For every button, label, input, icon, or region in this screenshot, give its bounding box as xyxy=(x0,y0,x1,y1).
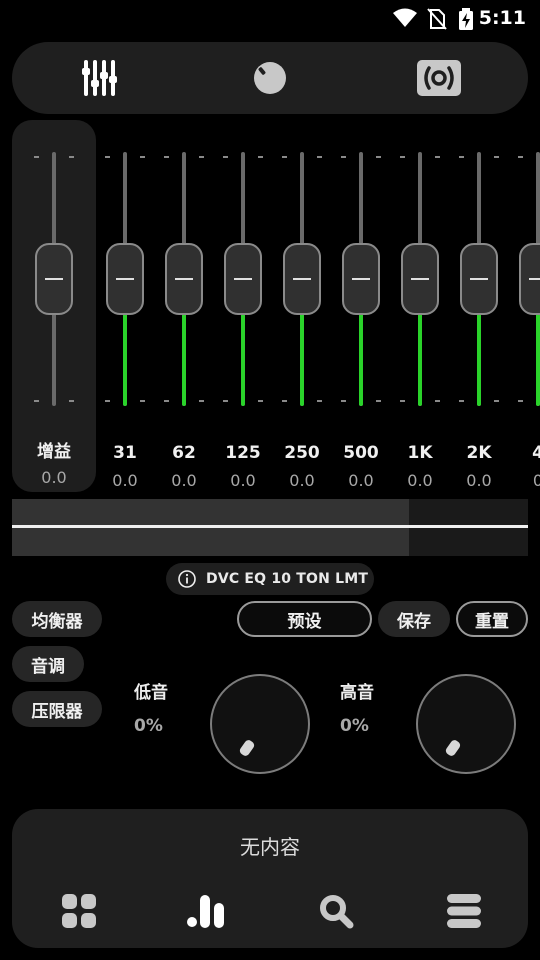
tab-knob[interactable] xyxy=(240,54,300,102)
slider-thumb[interactable] xyxy=(519,243,540,315)
bass-knob-indicator xyxy=(238,738,256,758)
no-sim-icon xyxy=(427,8,447,30)
save-button[interactable]: 保存 xyxy=(378,601,450,637)
top-tab-bar xyxy=(12,42,528,114)
gain-label: 增益 xyxy=(37,442,71,462)
status-bar: 5:11 xyxy=(0,0,540,36)
treble-value: 0% xyxy=(340,716,369,736)
nav-grid-button[interactable] xyxy=(55,889,103,933)
slider-thumb[interactable] xyxy=(35,243,73,315)
battery-charging-icon xyxy=(459,8,473,30)
grid-icon xyxy=(62,894,96,928)
treble-knob[interactable] xyxy=(416,674,516,774)
level-meter xyxy=(12,499,528,556)
band-slider[interactable] xyxy=(518,148,540,410)
bass-value: 0% xyxy=(134,716,163,736)
empty-message: 无内容 xyxy=(240,835,300,859)
tab-equalizer[interactable] xyxy=(70,54,130,102)
reset-button[interactable]: 重置 xyxy=(456,601,528,637)
speaker-icon xyxy=(417,60,461,96)
tab-speaker[interactable] xyxy=(409,54,469,102)
band-slider[interactable] xyxy=(223,148,263,410)
slider-thumb[interactable] xyxy=(165,243,203,315)
band-slider[interactable] xyxy=(341,148,381,410)
preset-info-pill[interactable]: DVC EQ 10 TON LMT xyxy=(166,563,374,595)
band-label: 4 xyxy=(532,443,540,463)
slider-thumb[interactable] xyxy=(342,243,380,315)
nav-menu-button[interactable] xyxy=(440,889,488,933)
gain-value: 0.0 xyxy=(41,468,67,487)
preset-button[interactable]: 预设 xyxy=(237,601,372,637)
treble-knob-indicator xyxy=(444,738,462,758)
status-time: 5:11 xyxy=(478,7,526,29)
nav-search-button[interactable] xyxy=(312,889,360,933)
treble-label: 高音 xyxy=(340,683,374,703)
slider-thumb[interactable] xyxy=(460,243,498,315)
band-slider[interactable] xyxy=(459,148,499,410)
search-icon xyxy=(320,895,354,929)
bars-icon xyxy=(187,895,224,928)
band-value: 0 xyxy=(532,471,540,490)
tone-button[interactable]: 音调 xyxy=(12,646,84,682)
band-slider[interactable] xyxy=(164,148,204,410)
band-slider[interactable] xyxy=(282,148,322,410)
slider-thumb[interactable] xyxy=(224,243,262,315)
band-slider[interactable] xyxy=(105,148,145,410)
nav-bars-button[interactable] xyxy=(182,889,230,933)
equalizer-button[interactable]: 均衡器 xyxy=(12,601,102,637)
slider-thumb[interactable] xyxy=(106,243,144,315)
info-icon xyxy=(178,570,196,588)
slider-thumb[interactable] xyxy=(283,243,321,315)
level-meter-line xyxy=(12,525,528,528)
band-slider[interactable] xyxy=(400,148,440,410)
knob-icon xyxy=(254,62,286,94)
bass-label: 低音 xyxy=(134,683,168,703)
preset-name: DVC EQ 10 TON LMT xyxy=(206,571,369,587)
bottom-panel: 无内容 xyxy=(12,809,528,948)
bass-knob[interactable] xyxy=(210,674,310,774)
equalizer-icon xyxy=(82,60,117,96)
slider-thumb[interactable] xyxy=(401,243,439,315)
menu-icon xyxy=(447,894,481,928)
limiter-button[interactable]: 压限器 xyxy=(12,691,102,727)
wifi-icon xyxy=(393,8,417,27)
gain-slider[interactable] xyxy=(34,148,74,410)
